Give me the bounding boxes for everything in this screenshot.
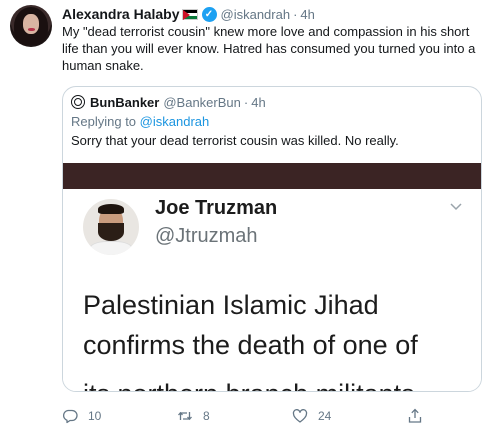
heart-icon xyxy=(292,409,308,423)
retweet-count: 8 xyxy=(203,409,210,423)
tweet-text: My "dead terrorist cousin" knew more lov… xyxy=(62,24,476,73)
screenshot-author-handle: @Jtruzmah xyxy=(155,225,258,247)
quoted-tweet-timestamp[interactable]: 4h xyxy=(251,95,265,110)
screenshot-line-3-cropped: its northern branch militants xyxy=(83,365,415,391)
quoted-author-avatar[interactable] xyxy=(71,95,85,109)
replying-to-link[interactable]: @iskandrah xyxy=(140,114,210,129)
tweet-actions: 10 8 24 xyxy=(62,404,482,428)
author-avatar[interactable] xyxy=(10,5,52,47)
retweet-icon xyxy=(178,411,192,421)
retweet-button[interactable]: 8 xyxy=(177,404,210,428)
screenshot-text: Palestinian Islamic Jihad confirms the d… xyxy=(83,285,481,365)
chevron-down-icon xyxy=(450,203,462,211)
screenshot-line-2: confirms the death of one of xyxy=(83,330,418,360)
author-name[interactable]: Alexandra Halaby xyxy=(62,6,180,22)
author-handle[interactable]: @iskandrah xyxy=(221,7,291,22)
screenshot-line-1: Palestinian Islamic Jihad xyxy=(83,290,379,320)
share-button[interactable] xyxy=(407,404,423,428)
embedded-tweet-screenshot[interactable]: Joe Truzman @Jtruzmah Palestinian Islami… xyxy=(63,189,481,391)
reply-button[interactable]: 10 xyxy=(62,404,101,428)
like-count: 24 xyxy=(318,409,332,423)
reply-count: 10 xyxy=(88,409,102,423)
replying-to: Replying to @iskandrah xyxy=(71,114,209,129)
quoted-tweet-text: Sorry that your dead terrorist cousin wa… xyxy=(71,133,399,148)
verified-badge-icon: ✓ xyxy=(201,6,217,22)
media-top-strip xyxy=(63,163,481,189)
quoted-tweet[interactable]: BunBanker @BankerBun · 4h Replying to @i… xyxy=(62,86,482,392)
tweet-timestamp[interactable]: 4h xyxy=(300,7,314,22)
reply-icon xyxy=(62,409,78,424)
screenshot-avatar xyxy=(83,199,139,255)
quoted-author-name[interactable]: BunBanker xyxy=(90,95,159,110)
like-button[interactable]: 24 xyxy=(292,404,331,428)
separator-dot: · xyxy=(243,94,249,110)
share-icon xyxy=(408,408,422,423)
quoted-author-handle[interactable]: @BankerBun xyxy=(163,95,241,110)
tweet-header: Alexandra Halaby ✓ @iskandrah · 4h xyxy=(62,5,315,23)
separator-dot: · xyxy=(293,6,298,22)
screenshot-line-3: its northern branch militants xyxy=(83,379,415,391)
palestinian-flag-icon xyxy=(181,8,198,20)
screenshot-author-name: Joe Truzman xyxy=(155,197,278,219)
tweet[interactable]: Alexandra Halaby ✓ @iskandrah · 4h My "d… xyxy=(0,0,493,430)
quoted-tweet-header: BunBanker @BankerBun · 4h xyxy=(71,93,266,111)
replying-prefix: Replying to xyxy=(71,114,137,129)
